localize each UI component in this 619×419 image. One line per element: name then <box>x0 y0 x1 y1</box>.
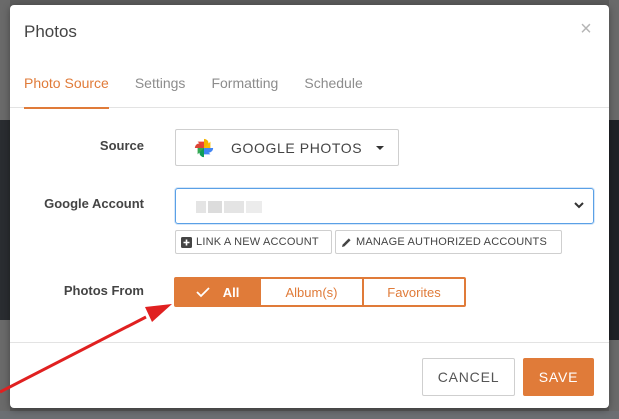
caret-down-icon <box>376 145 385 150</box>
photos-modal: Photos × Photo Source Settings Formattin… <box>10 5 609 408</box>
chevron-down-icon <box>574 202 584 209</box>
photos-from-albums-option[interactable]: Album(s) <box>259 279 362 305</box>
page-background-right-dark <box>609 120 619 340</box>
save-button[interactable]: SAVE <box>523 358 594 396</box>
tab-photo-source[interactable]: Photo Source <box>24 61 109 109</box>
google-account-select[interactable] <box>175 188 594 224</box>
check-icon <box>196 287 210 298</box>
tab-settings[interactable]: Settings <box>135 61 186 108</box>
plus-square-icon <box>181 236 192 248</box>
modal-header: Photos × <box>10 5 609 61</box>
source-label: Source <box>99 138 144 153</box>
modal-title: Photos <box>24 22 77 41</box>
photos-from-segmented-control: All Album(s) Favorites <box>174 277 466 307</box>
link-new-account-button[interactable]: LINK A NEW ACCOUNT <box>175 230 332 254</box>
google-photos-icon <box>194 138 214 157</box>
manage-authorized-accounts-button[interactable]: MANAGE AUTHORIZED ACCOUNTS <box>335 230 562 254</box>
photos-from-all-label: All <box>222 284 240 300</box>
manage-authorized-accounts-label: MANAGE AUTHORIZED ACCOUNTS <box>356 236 547 248</box>
photos-from-favorites-label: Favorites <box>387 284 441 300</box>
link-new-account-label: LINK A NEW ACCOUNT <box>196 236 319 248</box>
photos-from-albums-label: Album(s) <box>285 284 338 300</box>
google-account-label: Google Account <box>44 196 144 211</box>
page-background-left-dark <box>0 120 10 320</box>
tab-bar: Photo Source Settings Formatting Schedul… <box>10 61 609 109</box>
cancel-button[interactable]: CANCEL <box>422 358 515 396</box>
footer-divider <box>10 342 609 343</box>
source-dropdown[interactable]: GOOGLE PHOTOS <box>175 129 399 166</box>
source-value: GOOGLE PHOTOS <box>231 139 363 156</box>
pencil-icon <box>341 237 352 248</box>
tab-formatting[interactable]: Formatting <box>211 61 278 108</box>
redacted-account-name <box>196 201 262 213</box>
close-icon[interactable]: × <box>578 19 594 39</box>
page-background-bottom <box>0 411 619 419</box>
photos-from-label: Photos From <box>63 283 144 298</box>
photos-from-favorites-option[interactable]: Favorites <box>362 279 464 305</box>
tab-schedule[interactable]: Schedule <box>304 61 362 108</box>
photos-from-all-option[interactable]: All <box>176 279 259 305</box>
